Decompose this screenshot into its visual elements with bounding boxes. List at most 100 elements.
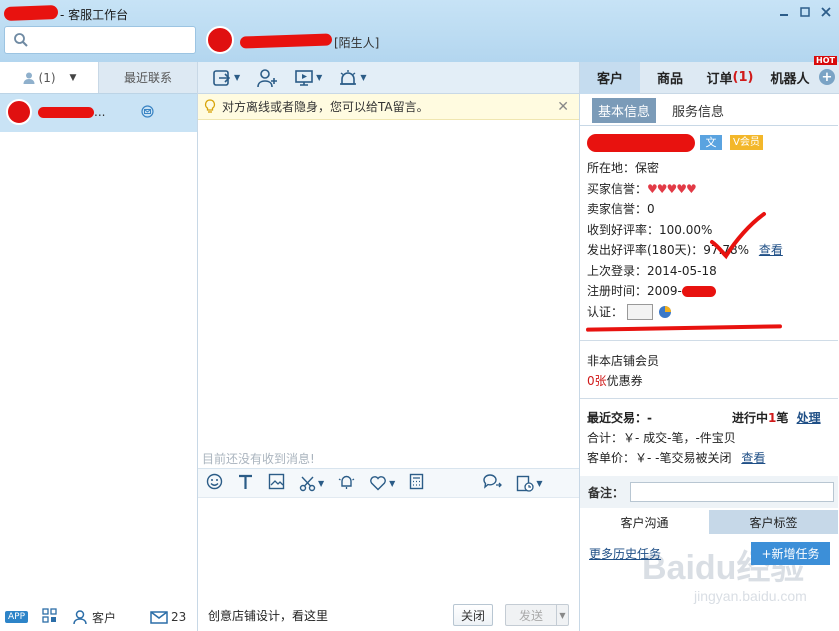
input-toolbar: ▼ ▼ ▼ bbox=[198, 468, 579, 498]
message-count: 23 bbox=[171, 610, 187, 624]
transfer-button[interactable]: ▼ bbox=[212, 69, 240, 87]
credit-hearts-icon: ♥♥♥♥♥ bbox=[647, 181, 697, 196]
member-info: 非本店铺会员 0张优惠券 bbox=[587, 352, 837, 389]
calculator-icon[interactable] bbox=[409, 473, 424, 493]
tab-orders[interactable]: 订单 (1) bbox=[700, 62, 760, 94]
avatar[interactable] bbox=[206, 26, 234, 54]
watermark-url: jingyan.baidu.com bbox=[694, 588, 807, 604]
customer-name-row: 文 V会员 bbox=[587, 134, 837, 158]
history-button[interactable]: ▼ bbox=[516, 475, 542, 492]
grid-icon[interactable] bbox=[42, 608, 57, 626]
emoji-icon[interactable] bbox=[206, 473, 223, 493]
divider bbox=[580, 340, 838, 341]
handle-link[interactable]: 处理 bbox=[797, 411, 821, 425]
alarm-button[interactable]: ▼ bbox=[338, 69, 366, 87]
quick-reply-icon[interactable] bbox=[482, 473, 503, 493]
favorite-button[interactable]: ▼ bbox=[369, 475, 395, 491]
history-icon bbox=[517, 475, 534, 492]
screenshot-button[interactable]: ▼ bbox=[299, 475, 324, 492]
tab-customer[interactable]: 客户 bbox=[580, 61, 640, 94]
search-input[interactable] bbox=[4, 26, 196, 54]
last-login: 上次登录：2014-05-18 bbox=[587, 263, 717, 278]
customers-button[interactable]: 客户 bbox=[73, 609, 116, 626]
divider bbox=[580, 398, 838, 399]
tab-communication[interactable]: 客户沟通 bbox=[580, 510, 709, 534]
contacts-tabs: (1) ▼ 最近联系 bbox=[0, 62, 197, 94]
chevron-down-icon[interactable]: ▼ bbox=[536, 479, 542, 488]
memo-label: 备注： bbox=[588, 485, 625, 500]
maximize-icon[interactable] bbox=[798, 5, 812, 19]
redacted-date bbox=[681, 286, 716, 297]
vip-label: 会员 bbox=[739, 137, 760, 148]
chevron-down-icon[interactable]: ▼ bbox=[234, 73, 240, 82]
vip-badge: V会员 bbox=[730, 135, 763, 150]
top-bar: - 客服工作台 [陌生人] bbox=[0, 0, 839, 62]
tab-basic-info[interactable]: 基本信息 bbox=[592, 97, 657, 123]
avatar bbox=[6, 99, 32, 125]
redacted-name bbox=[239, 33, 333, 49]
chevron-down-icon[interactable]: ▼ bbox=[360, 73, 366, 82]
coupon-row: 0张优惠券 bbox=[587, 372, 837, 389]
shake-icon[interactable] bbox=[338, 473, 355, 493]
buyer-credit-label: 买家信誉： bbox=[587, 181, 648, 196]
gender-badge: 文 bbox=[700, 135, 722, 150]
no-messages-text: 目前还没有收到消息! bbox=[202, 452, 315, 466]
location: 所在地：保密 bbox=[587, 161, 660, 175]
tab-recent[interactable]: 最近联系 bbox=[99, 62, 197, 93]
recent-trade: 最近交易：- bbox=[587, 411, 652, 425]
add-friend-button[interactable] bbox=[256, 68, 278, 88]
add-user-icon bbox=[257, 68, 278, 87]
add-tab-icon[interactable]: + bbox=[819, 69, 835, 85]
tab-contacts[interactable]: (1) ▼ bbox=[0, 62, 99, 93]
member-status: 非本店铺会员 bbox=[587, 354, 660, 368]
register-row: 注册时间：2009- bbox=[587, 281, 837, 302]
chevron-down-icon[interactable]: ▼ bbox=[316, 73, 322, 82]
redacted-name bbox=[3, 5, 59, 21]
annotation-checkmark bbox=[710, 212, 766, 260]
chevron-down-icon[interactable]: ▼ bbox=[389, 479, 395, 488]
orders-count: (1) bbox=[732, 70, 754, 85]
transfer-icon bbox=[213, 69, 231, 86]
trade-info: 最近交易：- 进行中1笔 处理 合计：￥- 成交-笔，-件宝贝 客单价：￥- -… bbox=[587, 408, 837, 468]
in-progress-suffix: 笔 bbox=[776, 411, 789, 425]
image-icon[interactable] bbox=[268, 473, 285, 493]
send-button[interactable]: 发送 ▼ bbox=[505, 604, 569, 626]
tab-robot[interactable]: 机器人 bbox=[760, 62, 820, 94]
annotation-underline bbox=[585, 324, 783, 332]
register-date: 注册时间：2009- bbox=[587, 284, 682, 298]
list-item[interactable]: ... bbox=[0, 94, 197, 132]
contact-name-suffix: ... bbox=[94, 105, 106, 119]
messages-button[interactable]: 23 bbox=[150, 610, 186, 624]
ad-link[interactable]: 创意店铺设计，看这里 bbox=[208, 607, 328, 624]
info-subtabs: 基本信息 服务信息 bbox=[580, 94, 839, 126]
tab-tags[interactable]: 客户标签 bbox=[709, 510, 838, 534]
tab-service-info[interactable]: 服务信息 bbox=[666, 98, 730, 123]
id-card-icon[interactable] bbox=[626, 304, 653, 320]
new-task-button[interactable]: +新增任务 bbox=[751, 542, 830, 565]
redacted-name bbox=[587, 134, 695, 152]
customer-icon bbox=[73, 609, 87, 624]
screen-share-button[interactable]: ▼ bbox=[294, 69, 322, 87]
view-closed-link[interactable]: 查看 bbox=[741, 451, 765, 465]
history-tasks-link[interactable]: 更多历史任务 bbox=[589, 545, 661, 562]
close-button[interactable]: 关闭 bbox=[453, 604, 493, 626]
close-icon[interactable] bbox=[819, 5, 833, 19]
window-controls bbox=[777, 5, 833, 19]
customer-info-panel: 客户 商品 订单 (1) 机器人 HOT + 基本信息 服务信息 文 V会员 所在… bbox=[579, 56, 839, 631]
contacts-panel: (1) ▼ 最近联系 ... APP 客户 23 bbox=[0, 62, 198, 631]
chevron-down-icon[interactable]: ▼ bbox=[70, 73, 77, 83]
chevron-down-icon[interactable]: ▼ bbox=[318, 479, 324, 488]
tab-products[interactable]: 商品 bbox=[640, 62, 700, 94]
app-button[interactable]: APP bbox=[5, 611, 29, 623]
message-icon[interactable] bbox=[141, 105, 154, 121]
send-label: 发送 bbox=[518, 608, 543, 623]
monitor-icon bbox=[295, 69, 313, 86]
avg-price: 客单价：￥- -笔交易被关闭 bbox=[587, 451, 732, 465]
close-notice-icon[interactable]: ✕ bbox=[557, 99, 569, 115]
lightbulb-icon bbox=[204, 99, 216, 113]
chevron-down-icon[interactable]: ▼ bbox=[556, 605, 568, 625]
font-icon[interactable] bbox=[237, 473, 254, 493]
minimize-icon[interactable] bbox=[777, 5, 791, 19]
memo-input[interactable] bbox=[630, 482, 835, 502]
cert-label: 认证： bbox=[587, 304, 624, 319]
